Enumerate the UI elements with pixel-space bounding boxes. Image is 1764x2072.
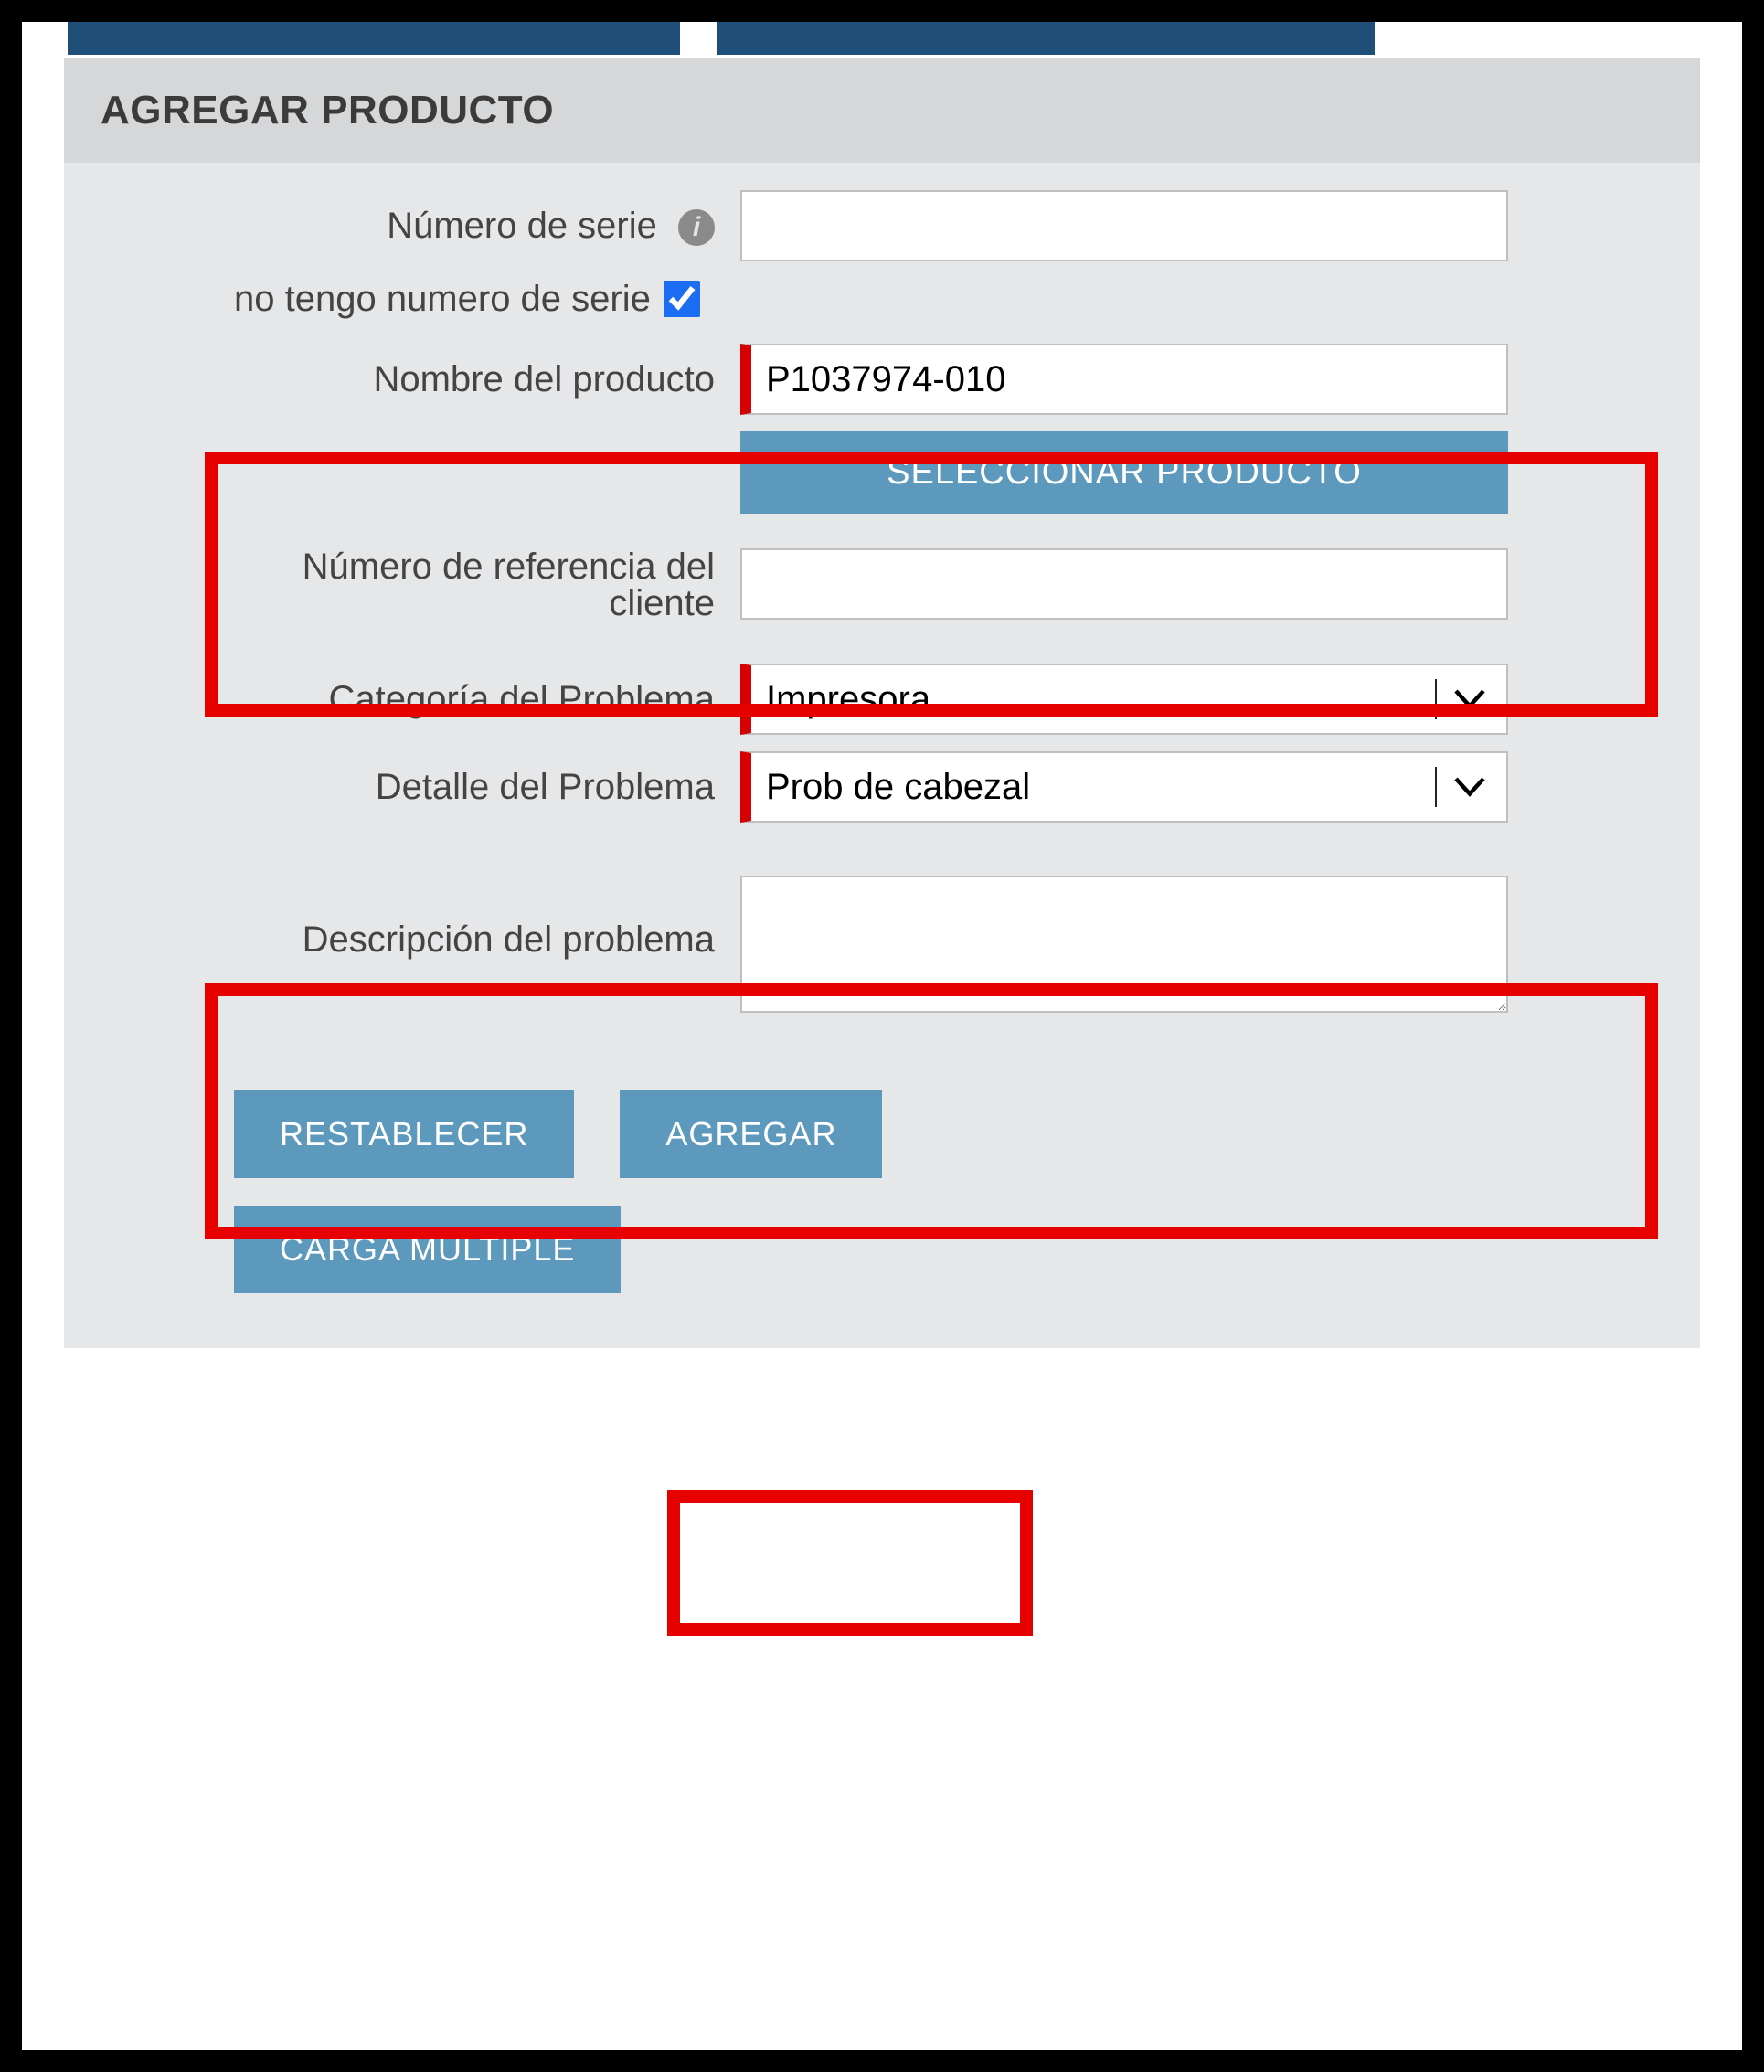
problem-description-label: Descripción del problema (119, 876, 740, 961)
serial-number-row: Número de serie i (119, 190, 1645, 261)
problem-detail-row: Detalle del Problema Prob de cabezal (119, 751, 1645, 823)
add-product-panel: AGREGAR PRODUCTO Número de serie i no te… (64, 58, 1700, 1348)
no-serial-checkbox[interactable] (664, 281, 700, 317)
serial-number-label: Número de serie i (119, 206, 740, 247)
serial-number-label-text: Número de serie (387, 206, 657, 246)
product-name-input[interactable] (740, 344, 1508, 415)
tab-1[interactable] (68, 22, 680, 55)
problem-description-textarea[interactable] (740, 876, 1508, 1013)
problem-detail-select[interactable]: Prob de cabezal (740, 751, 1508, 823)
customer-ref-row: Número de referencia del cliente (119, 548, 1645, 622)
serial-number-input[interactable] (740, 190, 1508, 261)
problem-description-row: Descripción del problema (119, 876, 1645, 1017)
add-button[interactable]: AGREGAR (620, 1090, 882, 1178)
problem-category-label: Categoría del Problema (119, 679, 740, 720)
product-name-row: Nombre del producto (119, 344, 1645, 415)
action-buttons-row: RESTABLECER AGREGAR (234, 1090, 1645, 1178)
bulk-load-button[interactable]: CARGA MÚLTIPLE (234, 1206, 621, 1293)
customer-ref-label-line1: Número de referencia del (303, 547, 715, 587)
customer-ref-label: Número de referencia del cliente (119, 548, 740, 622)
chevron-down-icon (1435, 767, 1497, 807)
problem-category-value: Impresora (766, 679, 930, 720)
panel-title: AGREGAR PRODUCTO (64, 58, 1700, 163)
no-serial-row: no tengo numero de serie (119, 278, 1645, 320)
select-product-button[interactable]: SELECCIONAR PRODUCTO (740, 431, 1508, 514)
problem-detail-value: Prob de cabezal (766, 767, 1030, 808)
form-area: Número de serie i no tengo numero de ser… (64, 163, 1700, 1348)
tab-2[interactable] (717, 22, 1375, 55)
product-name-label: Nombre del producto (119, 359, 740, 400)
screenshot-frame: AGREGAR PRODUCTO Número de serie i no te… (0, 0, 1764, 2072)
no-serial-label: no tengo numero de serie (234, 279, 651, 320)
chevron-down-icon (1435, 679, 1497, 719)
problem-category-select[interactable]: Impresora (740, 664, 1508, 735)
highlight-add-button (667, 1490, 1033, 1636)
info-icon[interactable]: i (678, 209, 715, 246)
problem-category-row: Categoría del Problema Impresora (119, 664, 1645, 735)
tab-bar (22, 22, 1742, 55)
customer-ref-label-line2: cliente (609, 583, 715, 623)
problem-detail-label: Detalle del Problema (119, 767, 740, 808)
action-buttons-row-2: CARGA MÚLTIPLE (234, 1206, 1645, 1293)
customer-ref-input[interactable] (740, 548, 1508, 620)
reset-button[interactable]: RESTABLECER (234, 1090, 574, 1178)
select-product-row: SELECCIONAR PRODUCTO (119, 431, 1645, 514)
